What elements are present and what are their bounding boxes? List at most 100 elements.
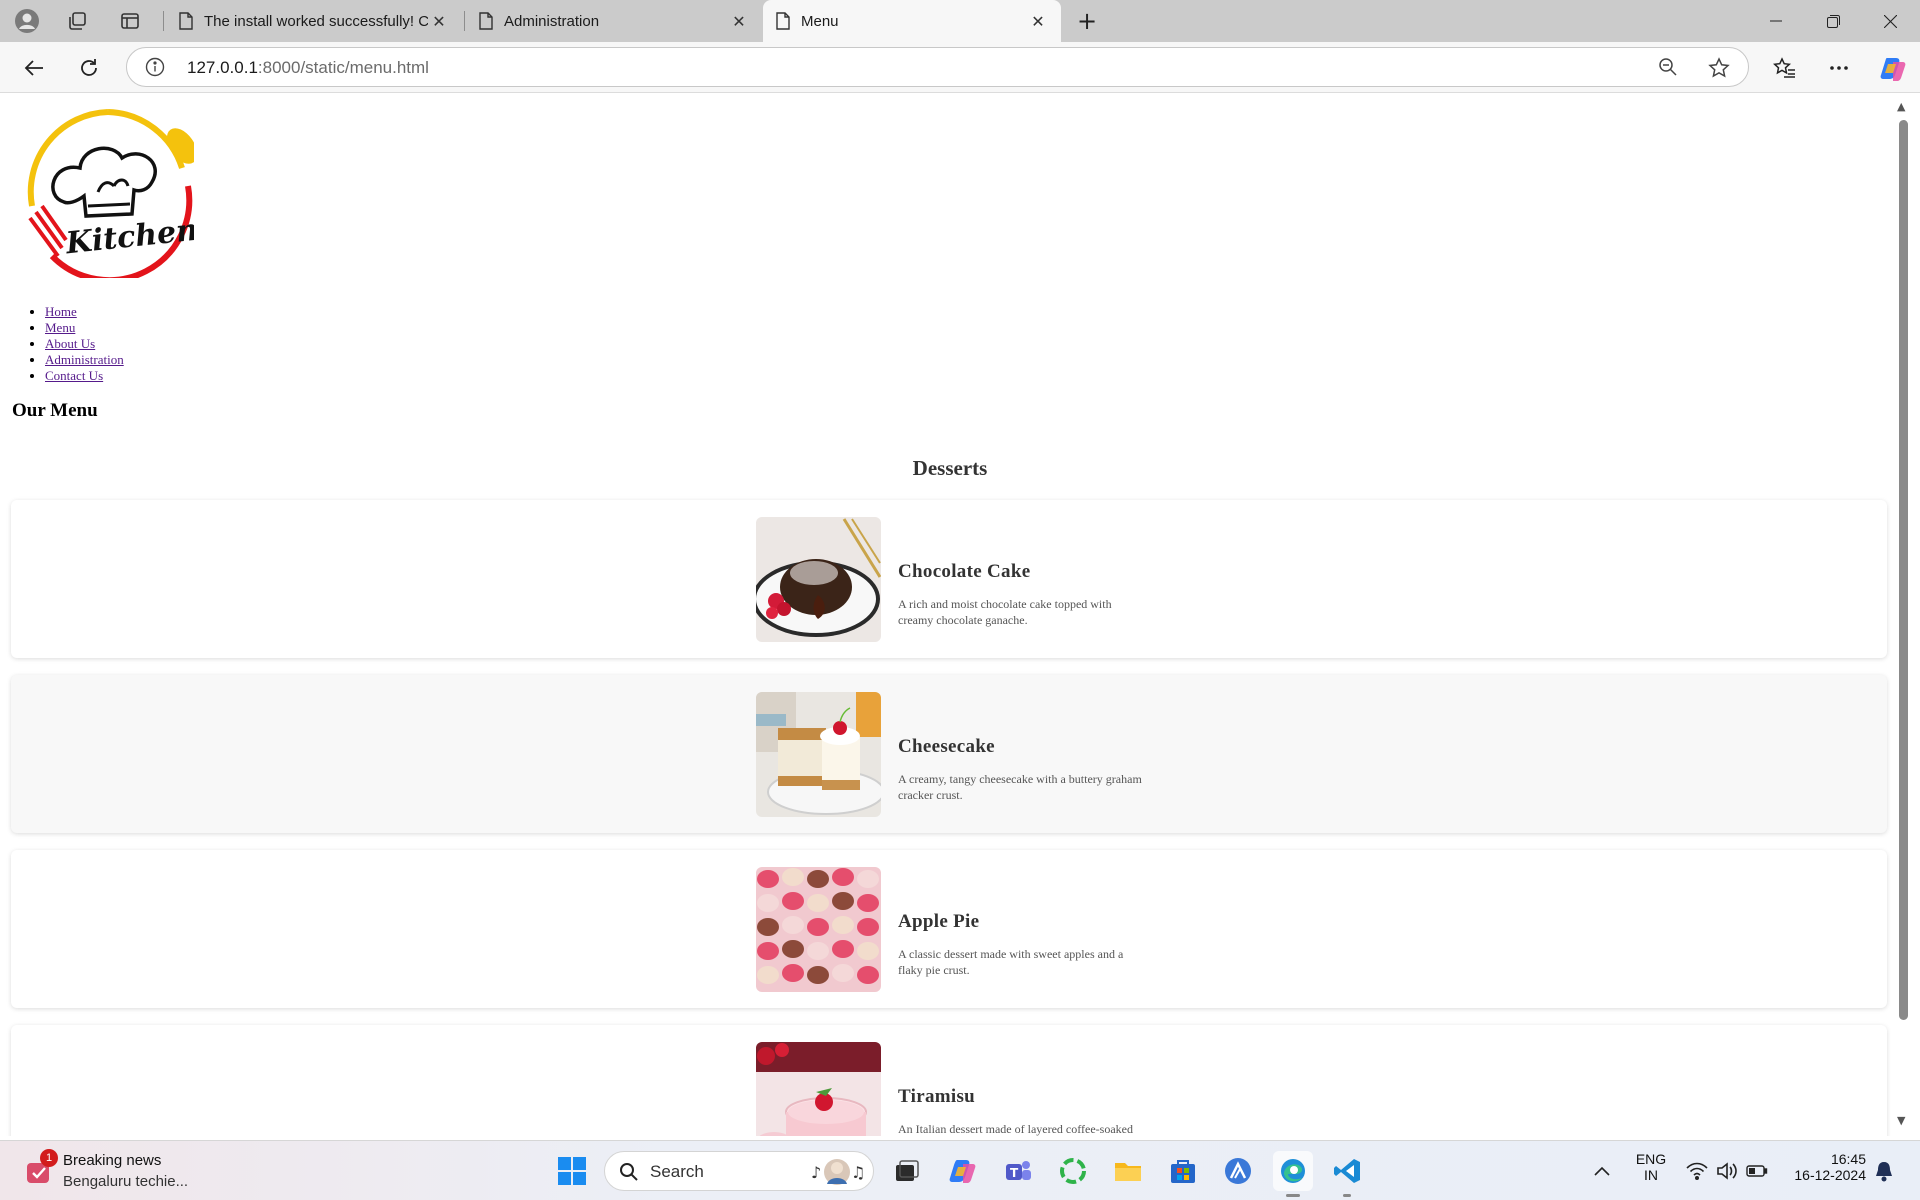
site-info-icon[interactable]	[145, 57, 165, 81]
cheesecake-image	[756, 692, 881, 817]
workspaces-icon[interactable]	[60, 5, 94, 37]
nav-link-administration[interactable]: Administration	[45, 352, 124, 367]
svg-text:T: T	[1010, 1166, 1019, 1180]
address-bar[interactable]: 127.0.0.1:8000/static/menu.html	[126, 47, 1749, 87]
windows-start-icon[interactable]	[552, 1151, 592, 1191]
clock-time: 16:45	[1830, 1151, 1866, 1167]
vscode-icon[interactable]	[1328, 1151, 1368, 1191]
scrollbar-thumb[interactable]	[1899, 120, 1908, 1020]
clock[interactable]: 16:45 16-12-2024	[1776, 1151, 1866, 1183]
nav-item-menu: Menu	[45, 320, 124, 336]
tab-separator	[163, 11, 164, 31]
tab-title: The install worked successfully! Congrat…	[204, 12, 428, 30]
svg-text:♫: ♫	[851, 1163, 865, 1182]
url-path: :8000/static/menu.html	[257, 58, 429, 77]
file-explorer-icon[interactable]	[1108, 1151, 1148, 1191]
tab-title: Menu	[801, 12, 839, 30]
battery-icon[interactable]	[1737, 1151, 1777, 1191]
menu-item-card: Cheesecake A creamy, tangy cheesecake wi…	[11, 675, 1887, 833]
nav-item-administration: Administration	[45, 352, 124, 368]
language-code: ENG	[1635, 1151, 1667, 1167]
tab-actions-icon[interactable]	[113, 5, 147, 37]
refresh-icon[interactable]	[71, 50, 107, 86]
nav-item-contact: Contact Us	[45, 368, 124, 384]
nav-link-home[interactable]: Home	[45, 304, 77, 319]
nav-item-about: About Us	[45, 336, 124, 352]
vscode-running-indicator	[1343, 1194, 1351, 1197]
copilot-app-icon[interactable]	[943, 1151, 983, 1191]
menu-item-name: Apple Pie	[898, 911, 980, 932]
page-icon	[179, 12, 193, 30]
tab-strip: The install worked successfully! Congrat…	[0, 0, 1920, 42]
zoom-out-icon[interactable]	[1658, 57, 1678, 81]
restore-button[interactable]	[1805, 0, 1861, 42]
tiramisu-image	[756, 1042, 881, 1136]
url-text[interactable]: 127.0.0.1:8000/static/menu.html	[187, 58, 429, 78]
new-tab-button[interactable]: +	[1068, 6, 1106, 36]
tab-separator	[464, 11, 465, 31]
menu-item-description: A classic dessert made with sweet apples…	[898, 947, 1124, 977]
store-icon[interactable]	[1163, 1151, 1203, 1191]
tab-menu[interactable]: Menu ✕	[763, 0, 1061, 42]
main-nav: Home Menu About Us Administration Contac…	[45, 304, 124, 384]
page-icon	[776, 12, 790, 30]
news-subtitle: Bengaluru techie...	[63, 1173, 189, 1190]
menu-item-name: Cheesecake	[898, 736, 995, 757]
menu-item-description: A creamy, tangy cheesecake with a butter…	[898, 772, 1142, 802]
kitchen-logo: Kitchen	[22, 106, 199, 284]
profile-icon[interactable]	[10, 5, 44, 37]
logo-text: Kitchen	[63, 213, 194, 262]
search-label: Search	[650, 1162, 704, 1181]
app-triangle-icon[interactable]	[1218, 1151, 1258, 1191]
taskbar-search[interactable]: Search ♪ ♫	[604, 1151, 874, 1191]
edge-icon[interactable]	[1273, 1151, 1313, 1191]
windows-taskbar: 1 Breaking news Bengaluru techie... Sear…	[0, 1140, 1920, 1200]
browser-toolbar: 127.0.0.1:8000/static/menu.html	[0, 42, 1920, 93]
section-title: Desserts	[912, 456, 988, 480]
language-indicator[interactable]: ENG IN	[1626, 1151, 1676, 1183]
search-highlight-icon: ♪ ♫	[809, 1156, 865, 1188]
menu-item-name: Tiramisu	[898, 1086, 976, 1107]
menu-item-card: Apple Pie A classic dessert made with sw…	[11, 850, 1887, 1008]
minimize-button[interactable]	[1748, 0, 1804, 42]
language-region: IN	[1644, 1167, 1658, 1183]
svg-text:♪: ♪	[811, 1163, 821, 1182]
url-host: 127.0.0.1	[187, 58, 258, 77]
menu-item-card: Chocolate Cake A rich and moist chocolat…	[11, 500, 1887, 658]
favorites-icon[interactable]	[1767, 50, 1803, 86]
chocolate-cake-image	[756, 517, 881, 642]
menu-item-description: An Italian dessert made of layered coffe…	[898, 1122, 1134, 1136]
tab-administration[interactable]: Administration ✕	[466, 0, 762, 42]
teams-icon[interactable]: T	[998, 1151, 1038, 1191]
close-window-button[interactable]	[1862, 0, 1918, 42]
favorite-star-icon[interactable]	[1708, 57, 1730, 83]
apple-pie-image	[756, 867, 881, 992]
news-widget[interactable]: 1 Breaking news Bengaluru techie...	[22, 1149, 212, 1193]
scroll-up-arrow-icon[interactable]: ▲	[1897, 100, 1905, 113]
chevron-up-icon[interactable]	[1582, 1151, 1622, 1191]
nav-link-contact[interactable]: Contact Us	[45, 368, 103, 383]
notification-bell-icon[interactable]	[1864, 1151, 1904, 1191]
nav-link-about[interactable]: About Us	[45, 336, 95, 351]
menu-item-description: A rich and moist chocolate cake topped w…	[898, 597, 1112, 627]
close-icon[interactable]: ✕	[428, 12, 450, 31]
nav-link-menu[interactable]: Menu	[45, 320, 75, 335]
news-title: Breaking news	[63, 1152, 162, 1169]
clock-date: 16-12-2024	[1794, 1167, 1866, 1183]
task-view-icon[interactable]	[886, 1151, 926, 1191]
close-icon[interactable]: ✕	[728, 12, 750, 31]
edge-active-indicator	[1286, 1194, 1300, 1197]
page-viewport: Kitchen Home Menu About Us Administratio…	[6, 94, 1891, 1136]
scroll-down-arrow-icon[interactable]: ▼	[1897, 1114, 1905, 1127]
page-icon	[479, 12, 493, 30]
copilot-icon[interactable]	[1875, 50, 1911, 86]
menu-item-name: Chocolate Cake	[898, 561, 1031, 582]
tab-title: Administration	[504, 12, 600, 30]
back-arrow-icon[interactable]	[16, 50, 52, 86]
green-app-icon[interactable]	[1053, 1151, 1093, 1191]
close-icon[interactable]: ✕	[1027, 12, 1049, 31]
page-scrollbar[interactable]: ▲ ▼	[1891, 94, 1915, 1136]
more-options-icon[interactable]	[1821, 50, 1857, 86]
page-title: Our Menu	[12, 400, 98, 421]
tab-install[interactable]: The install worked successfully! Congrat…	[166, 0, 462, 42]
